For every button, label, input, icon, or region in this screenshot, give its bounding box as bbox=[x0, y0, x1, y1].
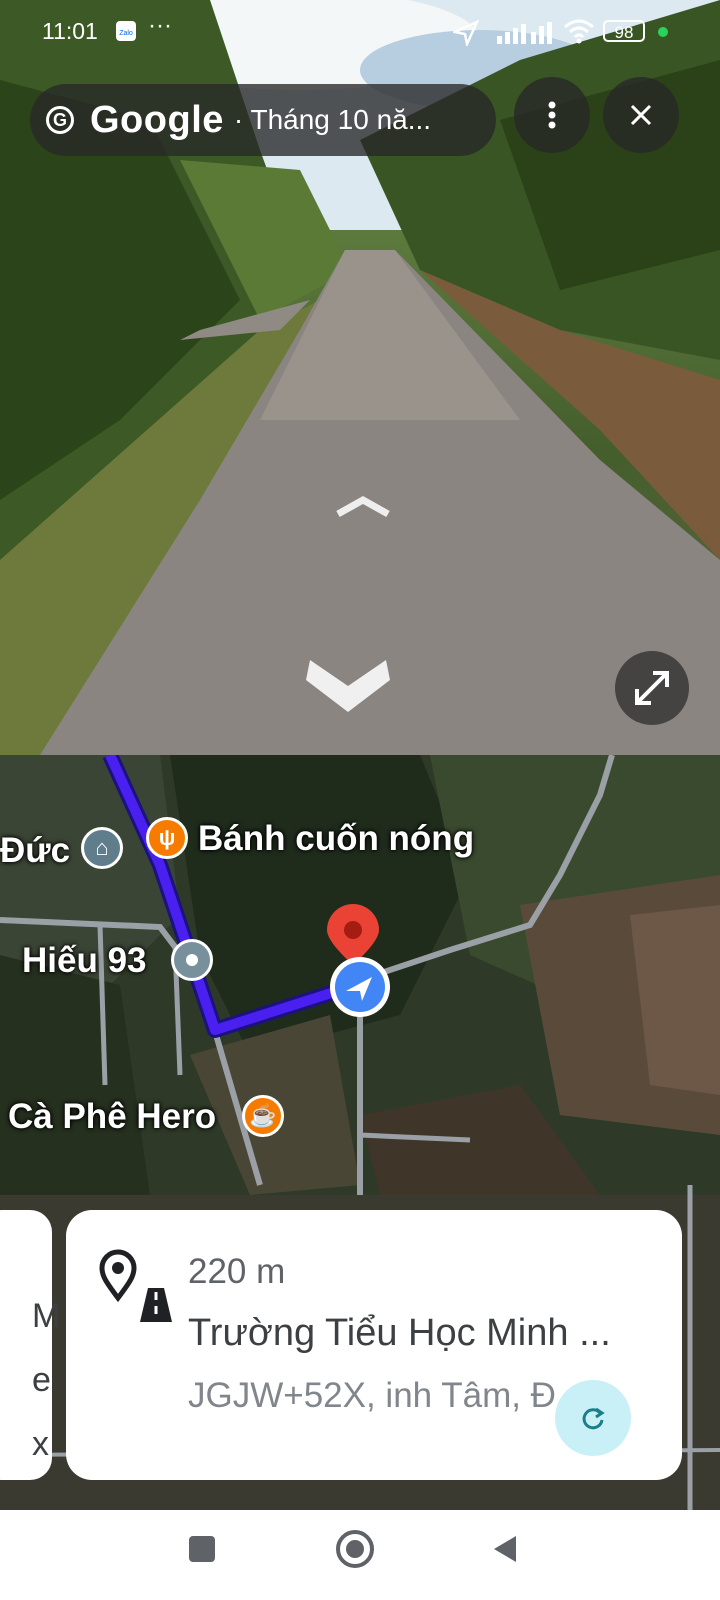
more-options-button[interactable] bbox=[514, 77, 590, 153]
close-icon bbox=[630, 104, 652, 126]
battery-icon: 98 bbox=[603, 20, 645, 42]
svg-text:Zalo: Zalo bbox=[119, 30, 133, 37]
capture-date: · Tháng 10 nă... bbox=[233, 104, 432, 135]
back-button[interactable] bbox=[492, 1534, 518, 1564]
poi-label-banh-cuon-nong[interactable]: Bánh cuốn nóng bbox=[198, 819, 474, 859]
restaurant-icon[interactable]: ψ bbox=[146, 817, 188, 859]
refresh-button[interactable] bbox=[555, 1380, 631, 1456]
location-arrow-icon bbox=[453, 20, 479, 46]
school-icon[interactable]: ⌂ bbox=[81, 827, 123, 869]
status-bar: 11:01 Zalo ··· 98 bbox=[0, 0, 720, 64]
more-notifications-icon: ··· bbox=[148, 12, 172, 39]
street-view-panel[interactable]: 11:01 Zalo ··· 98 G Google · Tháng 10 nă… bbox=[0, 0, 720, 755]
signal-icon bbox=[497, 22, 552, 44]
place-title: Trường Tiểu Học Minh ... bbox=[188, 1312, 611, 1354]
street-view-attribution-chip[interactable]: G Google · Tháng 10 nă... bbox=[30, 84, 496, 156]
provider-name: Google bbox=[90, 98, 224, 141]
refresh-icon bbox=[582, 1407, 605, 1430]
previous-card-letter: x bbox=[32, 1425, 49, 1463]
poi-label-ca-phe-hero[interactable]: Cà Phê Hero bbox=[8, 1097, 216, 1137]
poi-label-hieu-93[interactable]: Hiếu 93 bbox=[22, 941, 147, 981]
home-button[interactable] bbox=[336, 1530, 374, 1568]
google-g-icon: G bbox=[46, 106, 74, 134]
status-time: 11:01 bbox=[42, 18, 98, 44]
previous-card-letter: M bbox=[32, 1297, 61, 1335]
close-button[interactable] bbox=[603, 77, 679, 153]
zalo-notification-icon: Zalo bbox=[116, 21, 136, 41]
recent-apps-button[interactable] bbox=[189, 1536, 215, 1562]
more-vert-icon bbox=[548, 101, 556, 129]
previous-card-text: M e x bbox=[32, 1284, 60, 1476]
expand-button[interactable] bbox=[615, 651, 689, 725]
place-dot-icon[interactable] bbox=[171, 939, 213, 981]
coffee-icon[interactable]: ☕ bbox=[242, 1095, 284, 1137]
home-dot-icon bbox=[346, 1540, 364, 1558]
camera-indicator-dot bbox=[658, 27, 668, 37]
previous-result-card[interactable]: M e x bbox=[0, 1210, 60, 1480]
system-navigation-bar bbox=[0, 1510, 720, 1600]
expand-icon bbox=[635, 671, 669, 705]
place-road-icon bbox=[99, 1249, 172, 1322]
poi-label-duc[interactable]: Đức bbox=[0, 831, 70, 871]
place-address: JGJW+52X, inh Tâm, Đ bbox=[188, 1376, 556, 1415]
place-card[interactable]: 220 m Trường Tiểu Học Minh ... JGJW+52X,… bbox=[66, 1210, 682, 1480]
battery-level: 98 bbox=[614, 23, 634, 42]
wifi-icon bbox=[564, 19, 594, 44]
distance-text: 220 m bbox=[188, 1252, 286, 1291]
previous-card-letter: e bbox=[32, 1361, 51, 1399]
